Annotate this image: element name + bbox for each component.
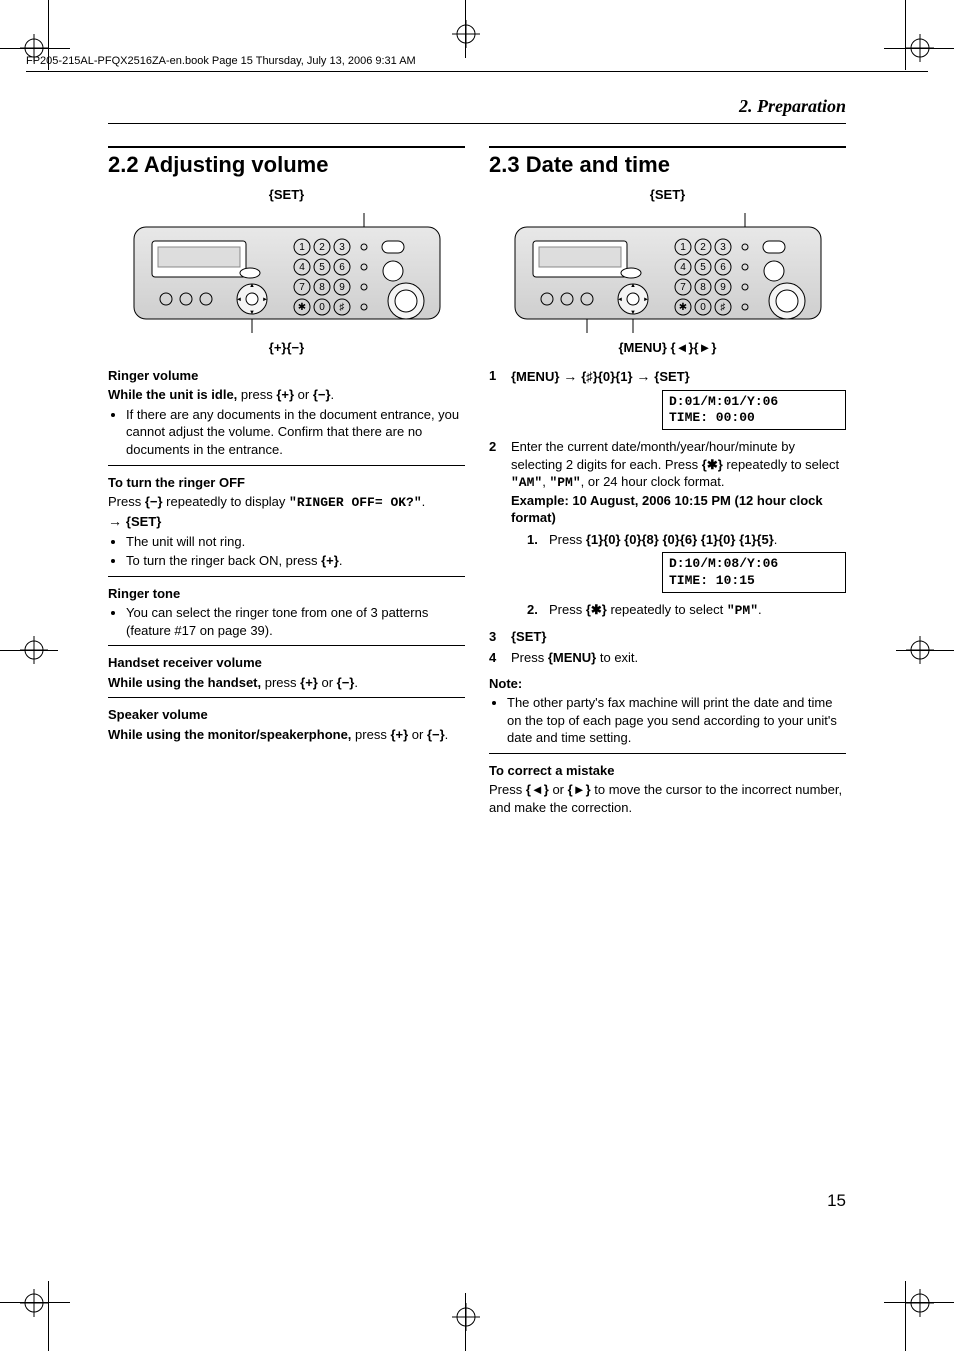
svg-text:►: ► <box>262 297 268 303</box>
ringer-tone-bullets: You can select the ringer tone from one … <box>126 604 465 639</box>
device-label-set-r: {SET} <box>489 186 846 204</box>
substeps: 1. Press {1}{0} {0}{8} {0}{6} {1}{0} {1}… <box>527 531 846 620</box>
svg-text:9: 9 <box>339 282 345 293</box>
note-heading: Note: <box>489 675 846 693</box>
section-2-2-heading: 2.2 Adjusting volume <box>108 146 465 180</box>
section-2-3-heading: 2.3 Date and time <box>489 146 846 180</box>
list-item: If there are any documents in the docume… <box>126 406 465 459</box>
registration-mark-icon <box>906 636 934 664</box>
page-number: 15 <box>827 1191 846 1211</box>
device-label-set: {SET} <box>108 186 465 204</box>
svg-text:►: ► <box>643 297 649 303</box>
svg-text:♯: ♯ <box>720 302 725 313</box>
lcd-display: D:10/M:08/Y:06 TIME: 10:15 <box>662 552 846 593</box>
substep-1: 1. Press {1}{0} {0}{8} {0}{6} {1}{0} {1}… <box>527 531 846 597</box>
svg-text:4: 4 <box>680 262 686 273</box>
svg-text:3: 3 <box>720 242 726 253</box>
subhead-speaker-volume: Speaker volume <box>108 706 465 724</box>
svg-text:0: 0 <box>700 302 706 313</box>
note-bullets: The other party's fax machine will print… <box>507 694 846 747</box>
registration-mark-icon <box>452 20 480 48</box>
svg-text:9: 9 <box>720 282 726 293</box>
registration-mark-icon <box>906 1289 934 1317</box>
source-header: FP205-215AL-PFQX2516ZA-en.book Page 15 T… <box>26 55 928 72</box>
step-1: 1 {MENU} → {♯}{0}{1} → {SET} D:01/M:01/Y… <box>489 367 846 434</box>
substep-2: 2. Press {✱} repeatedly to select "PM". <box>527 601 846 620</box>
svg-text:8: 8 <box>700 282 706 293</box>
speaker-volume-text: While using the monitor/speakerphone, pr… <box>108 726 465 744</box>
example-heading: Example: 10 August, 2006 10:15 PM (12 ho… <box>511 492 846 527</box>
correct-mistake-text: Press {◄} or {►} to move the cursor to t… <box>489 781 846 816</box>
svg-text:▼: ▼ <box>249 310 255 316</box>
registration-mark-icon <box>20 636 48 664</box>
svg-text:◄: ◄ <box>236 297 242 303</box>
device-illustration: ▲ ▼ ◄ ► 1 2 3 4 5 6 7 8 9 ✱ 0 ♯ <box>513 213 823 333</box>
list-item: The other party's fax machine will print… <box>507 694 846 747</box>
svg-text:5: 5 <box>700 262 706 273</box>
svg-text:◄: ◄ <box>617 297 623 303</box>
svg-text:▲: ▲ <box>249 283 255 289</box>
step-2: 2 Enter the current date/month/year/hour… <box>489 438 846 623</box>
subhead-ringer-volume: Ringer volume <box>108 367 465 385</box>
step-4: 4 Press {MENU} to exit. <box>489 649 846 667</box>
ringer-volume-text: While the unit is idle, press {+} or {−}… <box>108 386 465 404</box>
svg-text:✱: ✱ <box>678 302 686 313</box>
chapter-title: 2. Preparation <box>108 96 846 117</box>
svg-text:2: 2 <box>700 242 706 253</box>
handset-volume-text: While using the handset, press {+} or {−… <box>108 674 465 692</box>
svg-text:▼: ▼ <box>630 310 636 316</box>
device-illustration: ▲ ▼ ◄ ► 1 2 3 4 5 6 7 8 9 ✱ 0 ♯ <box>132 213 442 333</box>
svg-text:7: 7 <box>680 282 686 293</box>
ringer-off-bullets: The unit will not ring. To turn the ring… <box>126 533 465 570</box>
device-label-menu-arrows: {MENU} {◄}{►} <box>489 339 846 357</box>
svg-text:6: 6 <box>339 262 345 273</box>
subhead-handset-volume: Handset receiver volume <box>108 654 465 672</box>
svg-text:7: 7 <box>299 282 305 293</box>
subhead-ringer-off: To turn the ringer OFF <box>108 474 465 492</box>
subhead-ringer-tone: Ringer tone <box>108 585 465 603</box>
lcd-display: D:01/M:01/Y:06 TIME: 00:00 <box>662 390 846 431</box>
svg-text:✱: ✱ <box>297 302 305 313</box>
svg-text:1: 1 <box>299 242 305 253</box>
step-3: 3 {SET} <box>489 628 846 646</box>
manual-page: FP205-215AL-PFQX2516ZA-en.book Page 15 T… <box>0 0 954 1351</box>
svg-text:5: 5 <box>319 262 325 273</box>
device-label-plusminus: {+}{−} <box>108 339 465 357</box>
svg-text:3: 3 <box>339 242 345 253</box>
list-item: The unit will not ring. <box>126 533 465 551</box>
ringer-off-text: Press {−} repeatedly to display "RINGER … <box>108 493 465 530</box>
svg-text:2: 2 <box>319 242 325 253</box>
source-file-text: FP205-215AL-PFQX2516ZA-en.book Page 15 T… <box>26 55 416 67</box>
registration-mark-icon <box>452 1303 480 1331</box>
subhead-correct-mistake: To correct a mistake <box>489 762 846 780</box>
svg-text:6: 6 <box>720 262 726 273</box>
svg-text:8: 8 <box>319 282 325 293</box>
ringer-volume-bullets: If there are any documents in the docume… <box>126 406 465 459</box>
svg-text:1: 1 <box>680 242 686 253</box>
procedure-steps: 1 {MENU} → {♯}{0}{1} → {SET} D:01/M:01/Y… <box>489 367 846 667</box>
svg-text:0: 0 <box>319 302 325 313</box>
svg-text:4: 4 <box>299 262 305 273</box>
svg-text:▲: ▲ <box>630 283 636 289</box>
body-columns: 2.2 Adjusting volume {SET} ▲ ▼ ◄ <box>108 146 846 1191</box>
chapter-heading: 2. Preparation <box>108 96 846 124</box>
registration-mark-icon <box>20 1289 48 1317</box>
svg-text:♯: ♯ <box>339 302 344 313</box>
list-item: To turn the ringer back ON, press {+}. <box>126 552 465 570</box>
list-item: You can select the ringer tone from one … <box>126 604 465 639</box>
